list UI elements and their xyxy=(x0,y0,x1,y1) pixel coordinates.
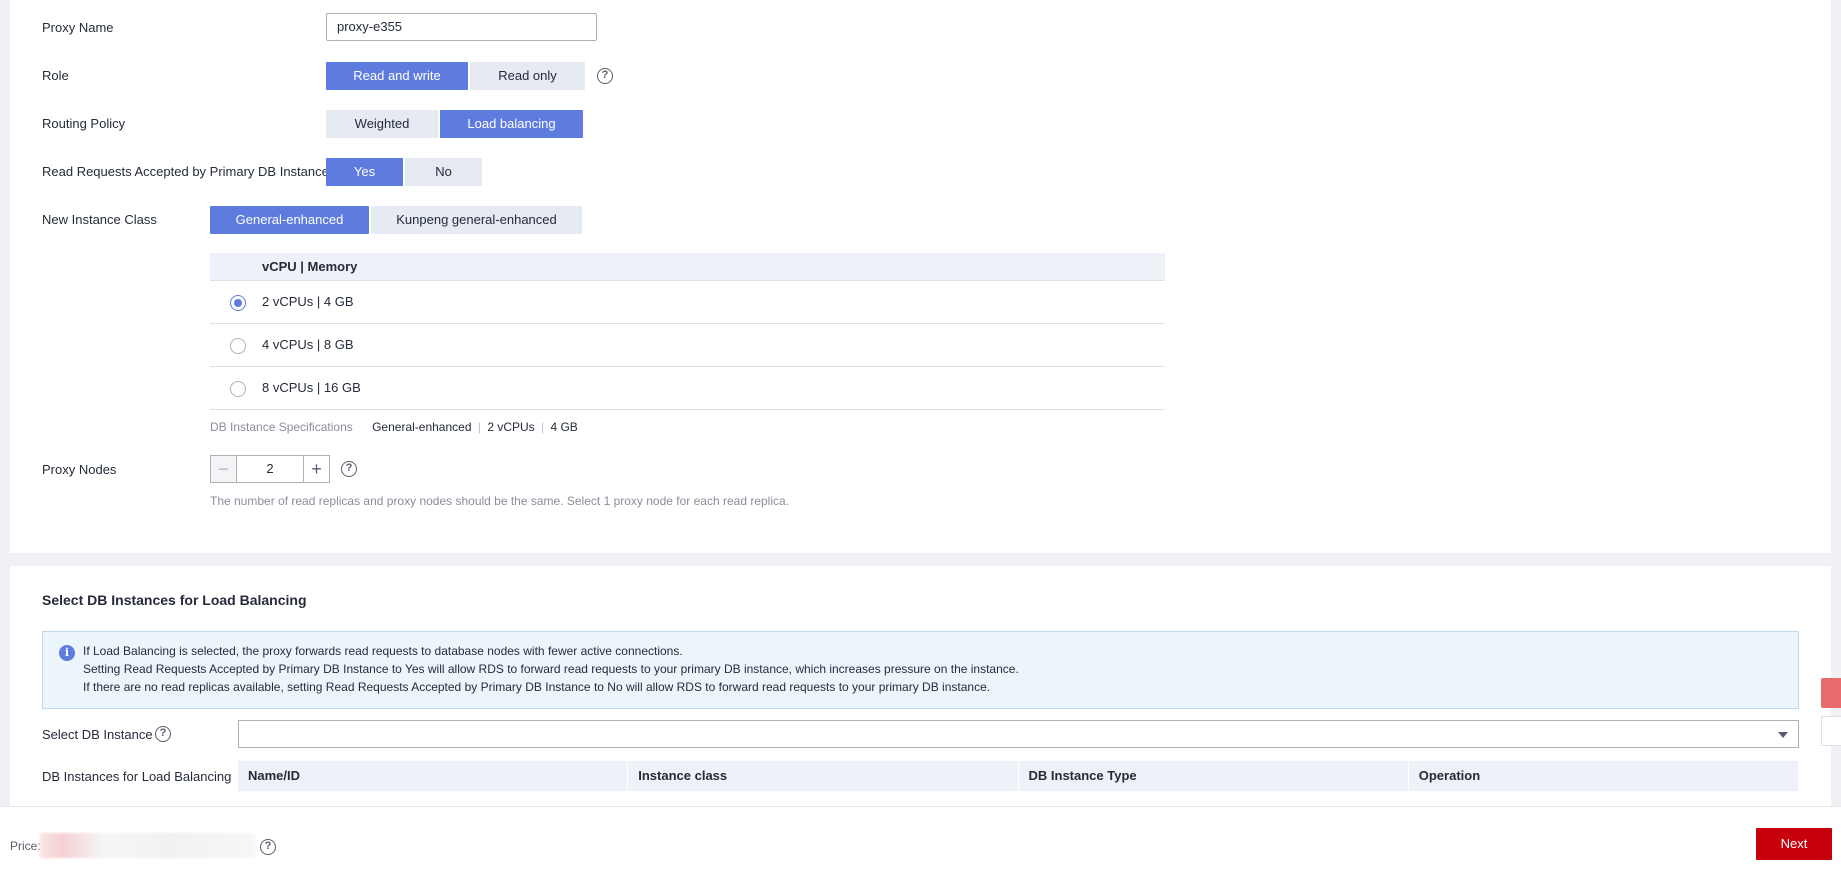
read-primary-no-option[interactable]: No xyxy=(405,158,482,186)
spec-row-label: 2 vCPUs | 4 GB xyxy=(262,294,354,309)
section-title: Select DB Instances for Load Balancing xyxy=(42,592,307,608)
read-primary-segmented: Yes No xyxy=(326,158,482,186)
chevron-down-icon xyxy=(1778,732,1788,738)
spec-row[interactable]: 4 vCPUs | 8 GB xyxy=(210,324,1165,367)
info-line: Setting Read Requests Accepted by Primar… xyxy=(83,662,1019,676)
column-header-operation: Operation xyxy=(1409,761,1799,791)
db-spec-vcpus: 2 vCPUs xyxy=(487,420,535,434)
role-help-icon[interactable]: ? xyxy=(597,68,613,84)
footer-bar: Price: ? Next xyxy=(0,806,1841,869)
feedback-widget[interactable] xyxy=(1821,678,1841,708)
proxy-nodes-help-icon[interactable]: ? xyxy=(341,461,357,477)
routing-policy-segmented: Weighted Load balancing xyxy=(326,110,583,138)
load-balancing-panel: Select DB Instances for Load Balancing i… xyxy=(10,566,1831,806)
select-db-help-icon[interactable]: ? xyxy=(155,726,171,742)
db-spec-class: General-enhanced xyxy=(372,420,472,434)
next-button[interactable]: Next xyxy=(1756,828,1832,860)
increment-button[interactable]: + xyxy=(303,456,329,482)
db-spec-label: DB Instance Specifications xyxy=(210,420,353,434)
routing-weighted-option[interactable]: Weighted xyxy=(326,110,438,138)
proxy-name-input[interactable]: proxy-e355 xyxy=(326,13,597,41)
spec-row[interactable]: 2 vCPUs | 4 GB xyxy=(210,281,1165,324)
db-spec-divider: | xyxy=(541,420,545,434)
price-label: Price: xyxy=(10,839,41,853)
proxy-nodes-hint: The number of read replicas and proxy no… xyxy=(210,494,790,508)
db-spec-summary: DB Instance Specifications General-enhan… xyxy=(210,420,578,434)
proxy-nodes-value[interactable]: 2 xyxy=(237,456,303,482)
instance-class-general-enhanced-option[interactable]: General-enhanced xyxy=(210,206,369,234)
spec-row-label: 8 vCPUs | 16 GB xyxy=(262,380,361,395)
proxy-name-label: Proxy Name xyxy=(42,20,114,35)
read-primary-label: Read Requests Accepted by Primary DB Ins… xyxy=(42,164,329,179)
info-line: If there are no read replicas available,… xyxy=(83,680,991,694)
proxy-nodes-label: Proxy Nodes xyxy=(42,462,117,477)
help-widget[interactable] xyxy=(1821,716,1841,746)
db-spec-memory: 4 GB xyxy=(550,420,578,434)
role-segmented: Read and write Read only xyxy=(326,62,585,90)
column-header-name-id: Name/ID xyxy=(238,761,629,791)
price-help-icon[interactable]: ? xyxy=(260,839,276,855)
proxy-nodes-stepper: − 2 + xyxy=(210,455,330,483)
read-primary-yes-option[interactable]: Yes xyxy=(326,158,403,186)
role-label: Role xyxy=(42,68,69,83)
info-line: If Load Balancing is selected, the proxy… xyxy=(83,644,683,658)
spec-row[interactable]: 8 vCPUs | 16 GB xyxy=(210,367,1165,410)
info-icon: i xyxy=(59,645,75,661)
proxy-config-panel: Proxy Name proxy-e355 Role Read and writ… xyxy=(10,0,1831,553)
info-alert: i If Load Balancing is selected, the pro… xyxy=(42,631,1799,709)
price-value-redacted xyxy=(40,833,256,858)
spec-table: vCPU | Memory 2 vCPUs | 4 GB 4 vCPUs | 8… xyxy=(210,253,1165,410)
select-db-instance-label: Select DB Instance xyxy=(42,727,153,742)
lb-instances-table-header: Name/ID Instance class DB Instance Type … xyxy=(238,761,1799,791)
spec-radio[interactable] xyxy=(230,381,246,397)
role-read-only-option[interactable]: Read only xyxy=(470,62,585,90)
column-header-db-instance-type: DB Instance Type xyxy=(1019,761,1409,791)
spec-row-label: 4 vCPUs | 8 GB xyxy=(262,337,354,352)
spec-radio-selected[interactable] xyxy=(230,295,246,311)
spec-radio[interactable] xyxy=(230,338,246,354)
lb-instances-label: DB Instances for Load Balancing xyxy=(42,769,232,784)
db-instance-select[interactable] xyxy=(238,720,1799,748)
spec-table-header: vCPU | Memory xyxy=(210,253,1165,281)
decrement-button[interactable]: − xyxy=(211,456,237,482)
instance-class-label: New Instance Class xyxy=(42,212,157,227)
column-header-instance-class: Instance class xyxy=(628,761,1019,791)
db-spec-divider: | xyxy=(477,420,481,434)
instance-class-kunpeng-option[interactable]: Kunpeng general-enhanced xyxy=(371,206,582,234)
role-read-write-option[interactable]: Read and write xyxy=(326,62,468,90)
instance-class-segmented: General-enhanced Kunpeng general-enhance… xyxy=(210,206,582,234)
routing-policy-label: Routing Policy xyxy=(42,116,126,131)
routing-load-balancing-option[interactable]: Load balancing xyxy=(440,110,583,138)
